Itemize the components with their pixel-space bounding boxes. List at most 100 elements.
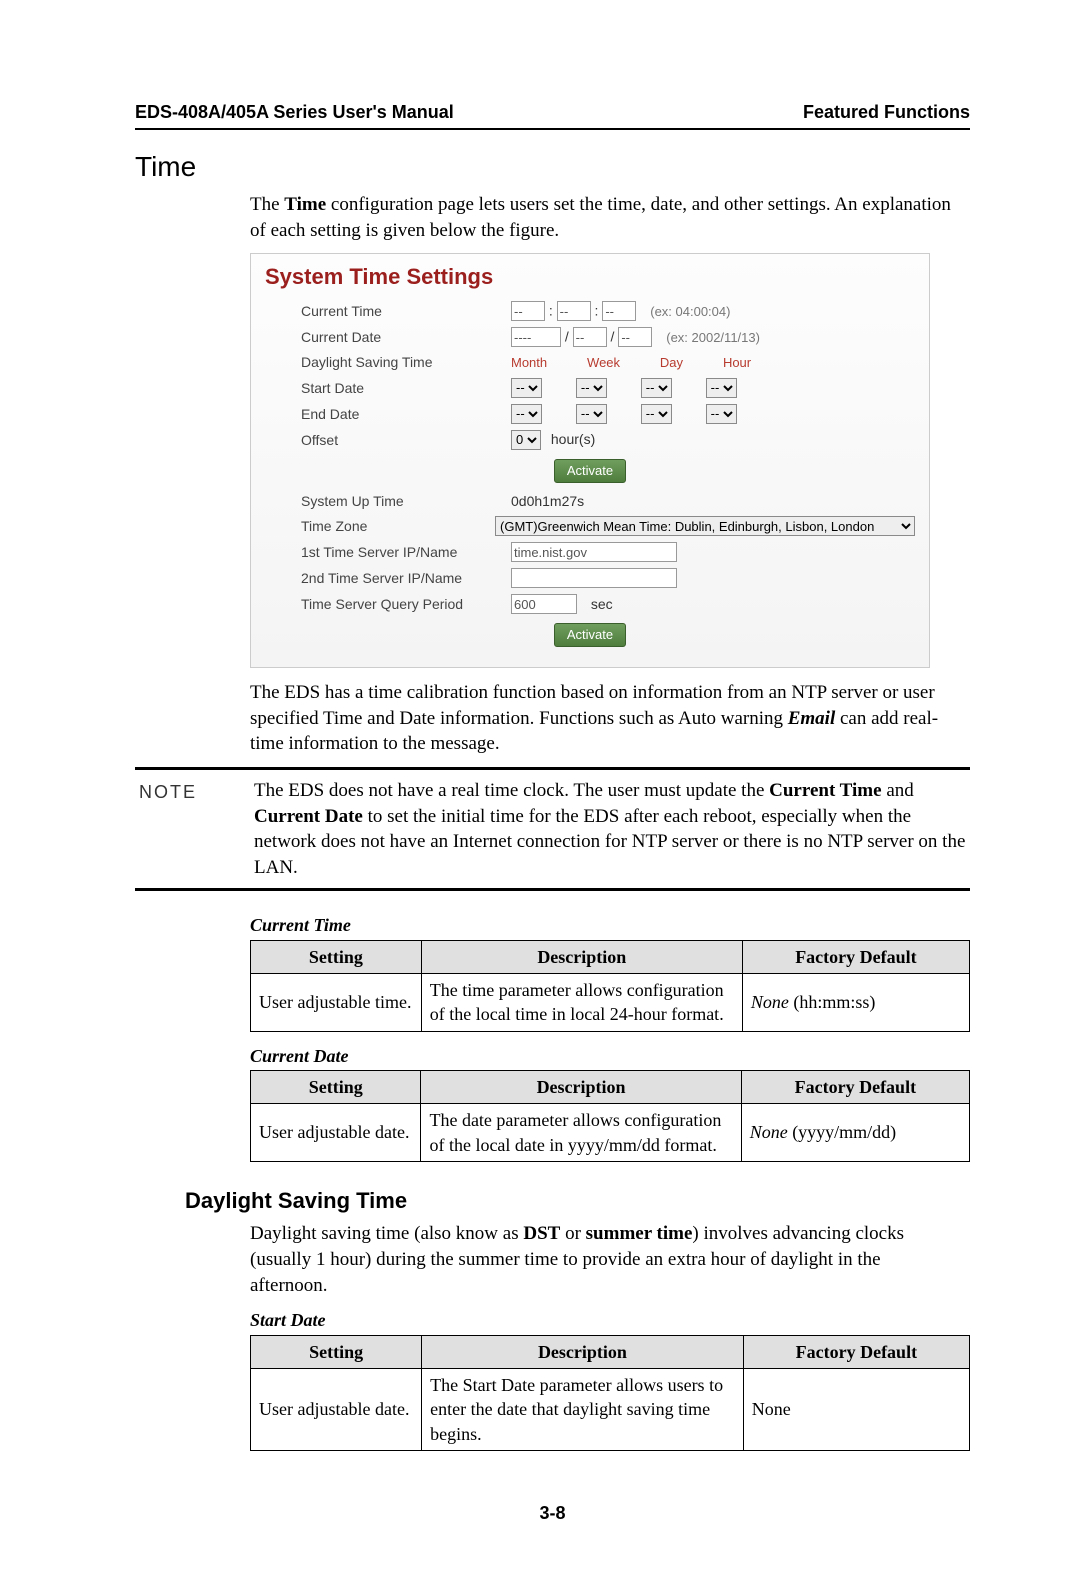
- note-t2: and: [882, 780, 914, 801]
- start-hour-select[interactable]: --: [706, 378, 737, 398]
- activate-button-2[interactable]: Activate: [554, 623, 626, 647]
- dst-b1: DST: [523, 1223, 560, 1244]
- current-time-ss[interactable]: [602, 301, 636, 321]
- current-date-dd[interactable]: [618, 327, 652, 347]
- ts2-label: 2nd Time Server IP/Name: [301, 569, 511, 588]
- ct-desc: The time parameter allows configuration …: [421, 974, 742, 1032]
- current-date-hint: (ex: 2002/11/13): [666, 330, 760, 345]
- offset-label: Offset: [301, 431, 511, 450]
- table-header-row: Setting Description Factory Default: [251, 940, 970, 973]
- end-date-label: End Date: [301, 405, 511, 424]
- cd-setting: User adjustable date.: [251, 1104, 421, 1162]
- note-b2: Current Date: [254, 806, 363, 827]
- section-title-time: Time: [135, 148, 970, 186]
- intro-paragraph: The Time configuration page lets users s…: [250, 192, 960, 243]
- dst-heading: Daylight Saving Time: [185, 1186, 970, 1216]
- cd-def-italic: None: [750, 1122, 788, 1142]
- ct-setting: User adjustable time.: [251, 974, 422, 1032]
- note-box: NOTE The EDS does not have a real time c…: [135, 767, 970, 892]
- end-day-select[interactable]: --: [641, 404, 672, 424]
- current-date-value: / / (ex: 2002/11/13): [511, 327, 760, 347]
- sd-default: None: [743, 1369, 969, 1451]
- table-row: User adjustable date. The Start Date par…: [251, 1369, 970, 1451]
- start-month-select[interactable]: --: [511, 378, 542, 398]
- table-header-row: Setting Description Factory Default: [251, 1070, 970, 1103]
- tsq-input[interactable]: [511, 594, 577, 614]
- dst-head-hour: Hour: [723, 355, 751, 370]
- note-label: NOTE: [139, 778, 254, 881]
- current-date-yyyy[interactable]: [511, 327, 561, 347]
- uptime-label: System Up Time: [301, 492, 511, 511]
- current-time-hh[interactable]: [511, 301, 545, 321]
- th-description: Description: [422, 1335, 744, 1368]
- sd-desc: The Start Date parameter allows users to…: [422, 1369, 744, 1451]
- intro-pre: The: [250, 194, 284, 215]
- tsq-unit: sec: [591, 596, 613, 612]
- timezone-label: Time Zone: [301, 517, 495, 536]
- after-shot-email: Email: [788, 708, 836, 729]
- current-time-label: Current Time: [301, 302, 511, 321]
- sd-setting: User adjustable date.: [251, 1369, 422, 1451]
- ct-def-rest: (hh:mm:ss): [789, 992, 876, 1012]
- dst-paragraph: Daylight saving time (also know as DST o…: [250, 1221, 960, 1298]
- current-date-table-title: Current Date: [250, 1044, 960, 1068]
- dst-head-month: Month: [511, 355, 547, 370]
- th-setting: Setting: [251, 1335, 422, 1368]
- th-default: Factory Default: [742, 940, 969, 973]
- cd-default: None (yyyy/mm/dd): [741, 1104, 969, 1162]
- tsq-label: Time Server Query Period: [301, 595, 511, 614]
- cd-def-rest: (yyyy/mm/dd): [788, 1122, 897, 1142]
- system-time-settings-screenshot: System Time Settings Current Time : : (e…: [250, 253, 930, 668]
- th-default: Factory Default: [743, 1335, 969, 1368]
- uptime-value: 0d0h1m27s: [511, 492, 584, 511]
- activate-button-1[interactable]: Activate: [554, 459, 626, 483]
- th-description: Description: [421, 940, 742, 973]
- dst-head-week: Week: [587, 355, 620, 370]
- ct-def-italic: None: [751, 992, 789, 1012]
- ts1-input[interactable]: [511, 542, 677, 562]
- offset-unit: hour(s): [551, 431, 595, 447]
- ct-default: None (hh:mm:ss): [742, 974, 969, 1032]
- start-date-table-title: Start Date: [250, 1308, 960, 1332]
- page-number: 3-8: [135, 1501, 970, 1525]
- ts1-label: 1st Time Server IP/Name: [301, 543, 511, 562]
- header-left: EDS-408A/405A Series User's Manual: [135, 100, 454, 124]
- dst-p1: Daylight saving time (also know as: [250, 1223, 523, 1244]
- note-t1: The EDS does not have a real time clock.…: [254, 780, 769, 801]
- after-shot-paragraph: The EDS has a time calibration function …: [250, 680, 960, 757]
- current-date-mm[interactable]: [573, 327, 607, 347]
- shot-title: System Time Settings: [265, 262, 915, 292]
- table-row: User adjustable time. The time parameter…: [251, 974, 970, 1032]
- current-date-label: Current Date: [301, 328, 511, 347]
- header-right: Featured Functions: [803, 100, 970, 124]
- start-date-table: Setting Description Factory Default User…: [250, 1335, 970, 1451]
- note-text: The EDS does not have a real time clock.…: [254, 778, 966, 881]
- th-description: Description: [421, 1070, 741, 1103]
- offset-select[interactable]: 0: [511, 430, 541, 450]
- th-default: Factory Default: [741, 1070, 969, 1103]
- current-time-table: Setting Description Factory Default User…: [250, 940, 970, 1032]
- th-setting: Setting: [251, 1070, 421, 1103]
- current-date-table: Setting Description Factory Default User…: [250, 1070, 970, 1162]
- start-week-select[interactable]: --: [576, 378, 607, 398]
- end-month-select[interactable]: --: [511, 404, 542, 424]
- timezone-select[interactable]: (GMT)Greenwich Mean Time: Dublin, Edinbu…: [495, 516, 915, 536]
- end-hour-select[interactable]: --: [706, 404, 737, 424]
- current-time-table-title: Current Time: [250, 913, 960, 937]
- start-date-label: Start Date: [301, 379, 511, 398]
- cd-desc: The date parameter allows configuration …: [421, 1104, 741, 1162]
- note-b1: Current Time: [769, 780, 881, 801]
- intro-time-bold: Time: [284, 194, 326, 215]
- table-row: User adjustable date. The date parameter…: [251, 1104, 970, 1162]
- dst-head-day: Day: [660, 355, 683, 370]
- current-time-mm[interactable]: [557, 301, 591, 321]
- dst-p2: or: [560, 1223, 585, 1244]
- dst-label: Daylight Saving Time: [301, 353, 511, 372]
- intro-post: configuration page lets users set the ti…: [250, 194, 951, 241]
- end-week-select[interactable]: --: [576, 404, 607, 424]
- ts2-input[interactable]: [511, 568, 677, 588]
- dst-b2: summer time: [586, 1223, 693, 1244]
- start-day-select[interactable]: --: [641, 378, 672, 398]
- current-time-hint: (ex: 04:00:04): [650, 304, 730, 319]
- table-header-row: Setting Description Factory Default: [251, 1335, 970, 1368]
